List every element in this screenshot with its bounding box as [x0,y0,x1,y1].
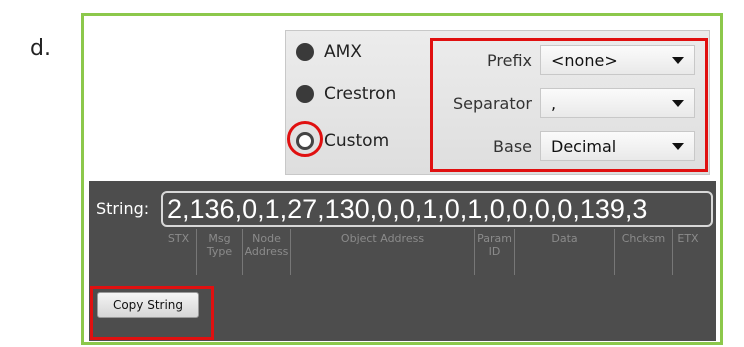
highlight-copy [90,286,214,340]
legend-param-id: Param ID [475,229,515,275]
radio-custom-label: Custom [324,131,390,151]
radio-amx-label: AMX [324,42,362,62]
legend-etx: ETX [677,232,699,245]
radio-dot-icon [296,85,314,103]
field-legend: STX Msg Type Node Address Object Address… [161,229,713,275]
legend-data: Data [515,229,615,275]
radio-crestron-label: Crestron [324,84,397,104]
legend-object-address: Object Address [291,229,475,275]
string-label: String: [96,199,150,218]
legend-stx: STX [161,229,197,275]
step-label: d. [30,36,51,61]
legend-checksum: Chcksm [615,229,673,275]
highlight-custom [287,121,323,157]
string-output[interactable]: 2,136,0,1,27,130,0,0,1,0,1,0,0,0,0,139,3 [161,191,713,227]
radio-crestron[interactable]: Crestron [296,81,396,107]
radio-dot-icon [296,43,314,61]
legend-msg-type: Msg Type [197,229,243,275]
highlight-fields [430,38,708,172]
radio-amx[interactable]: AMX [296,39,362,65]
legend-node-address: Node Address [243,229,291,275]
